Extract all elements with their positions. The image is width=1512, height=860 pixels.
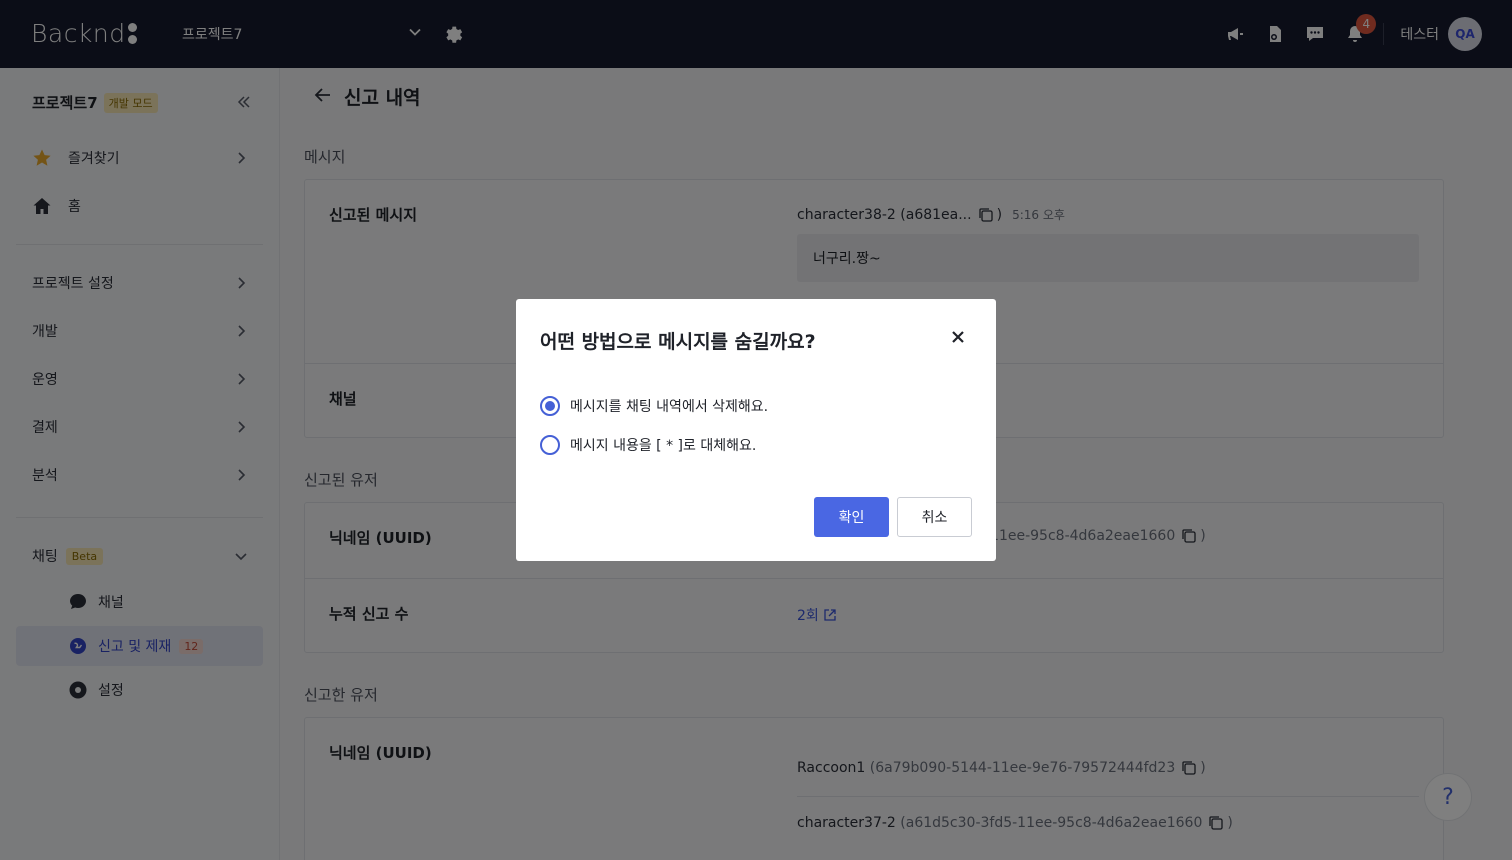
option-replace-message[interactable]: 메시지 내용을 [ * ]로 대체해요. [540,435,756,455]
cancel-button[interactable]: 취소 [897,497,972,537]
radio-selected[interactable] [540,396,560,416]
option-label: 메시지 내용을 [ * ]로 대체해요. [570,438,757,454]
radio-unselected[interactable] [540,435,560,455]
dialog-title: 어떤 방법으로 메시지를 숨길까요? [540,331,816,353]
confirm-button[interactable]: 확인 [814,497,889,537]
option-delete-message[interactable]: 메시지를 채팅 내역에서 삭제해요. [540,396,768,416]
option-label: 메시지를 채팅 내역에서 삭제해요. [570,399,769,415]
hide-message-dialog: 어떤 방법으로 메시지를 숨길까요? 메시지를 채팅 내역에서 삭제해요. 메시… [516,299,996,561]
close-icon[interactable] [948,327,968,347]
